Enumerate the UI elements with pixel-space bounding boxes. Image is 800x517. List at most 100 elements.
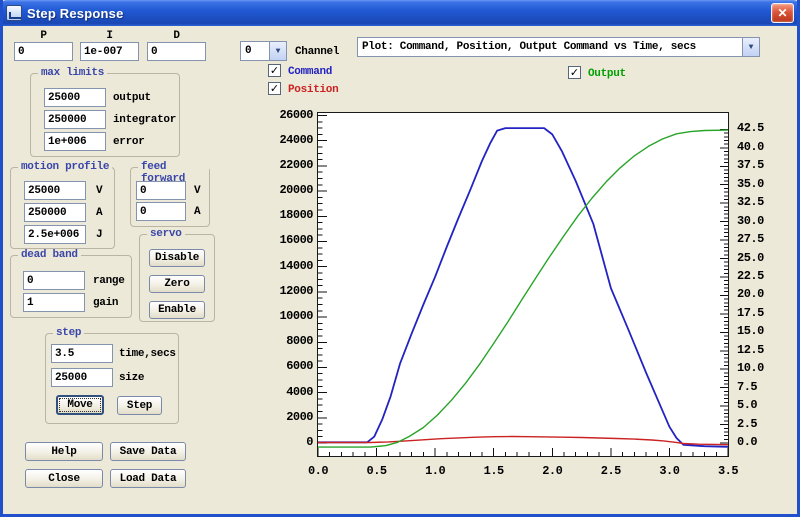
group-title: motion profile <box>18 161 112 173</box>
group-title: servo <box>147 228 185 240</box>
i-input[interactable] <box>80 42 139 61</box>
p-label: P <box>14 30 73 42</box>
axis-tick-label: 17.5 <box>737 306 764 320</box>
axis-tick-label: 30.0 <box>737 214 764 228</box>
title-bar: Step Response ✕ <box>0 0 800 26</box>
p-input[interactable] <box>14 42 73 61</box>
output-label[interactable]: Output <box>588 68 626 80</box>
deadband-range-label: range <box>93 275 125 287</box>
axis-tick-label: 10.0 <box>737 361 764 375</box>
profile-jerk-input[interactable] <box>24 225 86 244</box>
ff-accel-label: A <box>194 206 200 218</box>
group-step: step time,secs size Move Step <box>45 333 179 424</box>
axis-tick-label: 14000 <box>255 259 313 273</box>
axis-tick-label: 22.5 <box>737 269 764 283</box>
step-button[interactable]: Step <box>117 396 162 415</box>
axis-tick-label: 16000 <box>255 233 313 247</box>
axis-tick-label: 0 <box>255 435 313 449</box>
axis-tick-label: 6000 <box>255 359 313 373</box>
d-input[interactable] <box>147 42 206 61</box>
i-label: I <box>80 30 139 42</box>
output-checkbox[interactable]: ✓ <box>568 66 581 79</box>
ff-velocity-input[interactable] <box>136 181 186 200</box>
group-max-limits: max limits output integrator error <box>30 73 180 157</box>
group-servo: servo Disable Zero Enable <box>139 234 215 322</box>
axis-tick-label: 37.5 <box>737 158 764 172</box>
chevron-down-icon: ▼ <box>269 42 286 60</box>
help-button[interactable]: Help <box>25 442 103 461</box>
profile-accel-label: A <box>96 207 102 219</box>
axis-tick-label: 8000 <box>255 334 313 348</box>
position-label[interactable]: Position <box>288 84 338 96</box>
axis-tick-label: 0.0 <box>737 435 757 449</box>
check-icon: ✓ <box>270 64 279 77</box>
axis-tick-label: 24000 <box>255 133 313 147</box>
axis-tick-label: 32.5 <box>737 195 764 209</box>
axis-tick-label: 1.0 <box>415 464 455 478</box>
max-error-input[interactable] <box>44 132 106 151</box>
profile-jerk-label: J <box>96 229 102 241</box>
axis-tick-label: 20000 <box>255 183 313 197</box>
step-size-label: size <box>119 372 144 384</box>
axis-tick-label: 1.5 <box>474 464 514 478</box>
d-label: D <box>147 30 206 42</box>
output-series <box>318 130 728 447</box>
close-button[interactable]: ✕ <box>771 3 794 23</box>
axis-tick-label: 10000 <box>255 309 313 323</box>
ff-velocity-label: V <box>194 185 200 197</box>
check-icon: ✓ <box>270 82 279 95</box>
profile-velocity-input[interactable] <box>24 181 86 200</box>
plot-select[interactable]: Plot: Command, Position, Output Command … <box>357 37 760 57</box>
group-title: step <box>53 327 84 339</box>
step-size-input[interactable] <box>51 368 113 387</box>
check-icon: ✓ <box>570 66 579 79</box>
app-icon[interactable] <box>6 5 22 21</box>
max-integrator-input[interactable] <box>44 110 106 129</box>
chevron-down-icon: ▼ <box>742 38 759 56</box>
profile-accel-input[interactable] <box>24 203 86 222</box>
load-data-button[interactable]: Load Data <box>110 469 186 488</box>
axis-tick-label: 0.5 <box>357 464 397 478</box>
axis-tick-label: 0.0 <box>298 464 338 478</box>
close-dialog-button[interactable]: Close <box>25 469 103 488</box>
axis-tick-label: 2.0 <box>532 464 572 478</box>
command-label[interactable]: Command <box>288 66 332 78</box>
axis-tick-label: 22000 <box>255 158 313 172</box>
axis-tick-label: 2.5 <box>591 464 631 478</box>
channel-value: 0 <box>241 42 269 60</box>
axis-tick-label: 15.0 <box>737 324 764 338</box>
axis-tick-label: 20.0 <box>737 287 764 301</box>
channel-select[interactable]: 0 ▼ <box>240 41 287 61</box>
axis-tick-label: 7.5 <box>737 380 757 394</box>
position-checkbox[interactable]: ✓ <box>268 82 281 95</box>
axis-tick-label: 18000 <box>255 208 313 222</box>
axis-tick-label: 40.0 <box>737 140 764 154</box>
ff-accel-input[interactable] <box>136 202 186 221</box>
deadband-gain-input[interactable] <box>23 293 85 312</box>
command-checkbox[interactable]: ✓ <box>268 64 281 77</box>
axis-tick-label: 3.5 <box>708 464 748 478</box>
max-error-label: error <box>113 136 145 148</box>
axis-tick-label: 25.0 <box>737 251 764 265</box>
command-series <box>318 128 728 447</box>
axis-tick-label: 5.0 <box>737 398 757 412</box>
deadband-range-input[interactable] <box>23 271 85 290</box>
max-integrator-label: integrator <box>113 114 176 126</box>
move-button[interactable]: Move <box>56 395 104 415</box>
plot-area <box>317 112 729 457</box>
disable-button[interactable]: Disable <box>149 249 205 267</box>
group-title: dead band <box>18 249 81 261</box>
axis-tick-label: 2000 <box>255 410 313 424</box>
axis-tick-label: 4000 <box>255 385 313 399</box>
step-time-label: time,secs <box>119 348 176 360</box>
step-time-input[interactable] <box>51 344 113 363</box>
enable-button[interactable]: Enable <box>149 301 205 319</box>
axis-tick-label: 42.5 <box>737 121 764 135</box>
window-title: Step Response <box>27 6 771 21</box>
group-feed-forward: feed forward V A <box>130 167 210 227</box>
max-output-input[interactable] <box>44 88 106 107</box>
zero-button[interactable]: Zero <box>149 275 205 293</box>
close-icon: ✕ <box>777 6 787 20</box>
save-data-button[interactable]: Save Data <box>110 442 186 461</box>
step-response-window: Step Response ✕ P I D 0 ▼ Channel Plot: … <box>0 0 800 517</box>
